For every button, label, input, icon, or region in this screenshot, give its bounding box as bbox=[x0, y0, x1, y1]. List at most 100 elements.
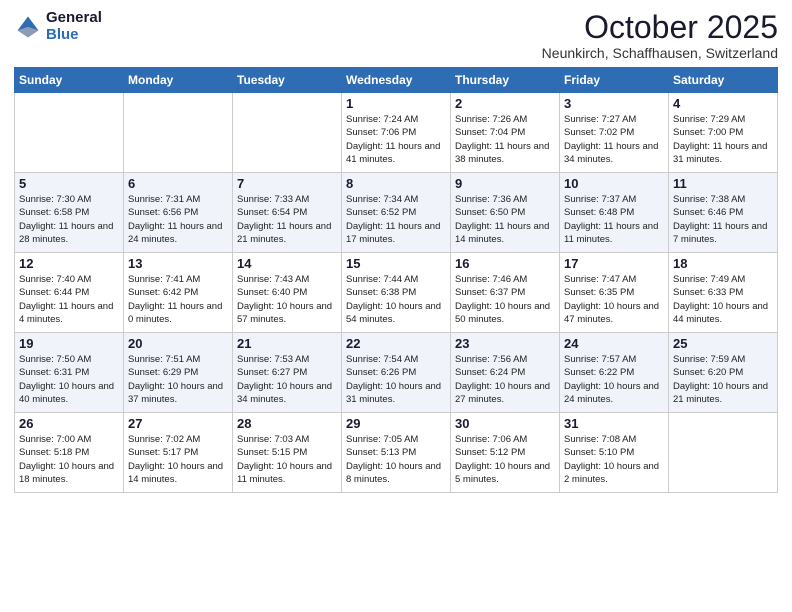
day-number: 8 bbox=[346, 176, 446, 191]
logo-icon bbox=[14, 13, 42, 41]
table-row bbox=[15, 93, 124, 173]
header-tuesday: Tuesday bbox=[233, 68, 342, 93]
header-friday: Friday bbox=[560, 68, 669, 93]
header-sunday: Sunday bbox=[15, 68, 124, 93]
day-info: Sunrise: 7:47 AM Sunset: 6:35 PM Dayligh… bbox=[564, 273, 664, 326]
table-row: 18 Sunrise: 7:49 AM Sunset: 6:33 PM Dayli… bbox=[669, 253, 778, 333]
day-info: Sunrise: 7:50 AM Sunset: 6:31 PM Dayligh… bbox=[19, 353, 119, 406]
day-info: Sunrise: 7:02 AM Sunset: 5:17 PM Dayligh… bbox=[128, 433, 228, 486]
day-number: 7 bbox=[237, 176, 337, 191]
day-number: 30 bbox=[455, 416, 555, 431]
header-thursday: Thursday bbox=[451, 68, 560, 93]
table-row: 7 Sunrise: 7:33 AM Sunset: 6:54 PM Daylig… bbox=[233, 173, 342, 253]
day-info: Sunrise: 7:33 AM Sunset: 6:54 PM Dayligh… bbox=[237, 193, 337, 246]
day-number: 22 bbox=[346, 336, 446, 351]
table-row: 17 Sunrise: 7:47 AM Sunset: 6:35 PM Dayli… bbox=[560, 253, 669, 333]
day-number: 24 bbox=[564, 336, 664, 351]
day-number: 13 bbox=[128, 256, 228, 271]
day-info: Sunrise: 7:05 AM Sunset: 5:13 PM Dayligh… bbox=[346, 433, 446, 486]
table-row: 25Sunrise: 7:59 AM Sunset: 6:20 PM Dayli… bbox=[669, 333, 778, 413]
day-info: Sunrise: 7:53 AM Sunset: 6:27 PM Dayligh… bbox=[237, 353, 337, 406]
logo-general-text: General bbox=[46, 10, 102, 27]
day-info: Sunrise: 7:51 AM Sunset: 6:29 PM Dayligh… bbox=[128, 353, 228, 406]
table-row: 26 Sunrise: 7:00 AM Sunset: 5:18 PM Dayli… bbox=[15, 413, 124, 493]
day-number: 18 bbox=[673, 256, 773, 271]
table-row: 11 Sunrise: 7:38 AM Sunset: 6:46 PM Dayli… bbox=[669, 173, 778, 253]
day-number: 23 bbox=[455, 336, 555, 351]
day-number: 21 bbox=[237, 336, 337, 351]
table-row: 1Sunrise: 7:24 AM Sunset: 7:06 PM Daylig… bbox=[342, 93, 451, 173]
day-number: 14 bbox=[237, 256, 337, 271]
table-row: 20Sunrise: 7:51 AM Sunset: 6:29 PM Dayli… bbox=[124, 333, 233, 413]
day-info: Sunrise: 7:43 AM Sunset: 6:40 PM Dayligh… bbox=[237, 273, 337, 326]
day-info: Sunrise: 7:56 AM Sunset: 6:24 PM Dayligh… bbox=[455, 353, 555, 406]
table-row: 16Sunrise: 7:46 AM Sunset: 6:37 PM Dayli… bbox=[451, 253, 560, 333]
day-number: 28 bbox=[237, 416, 337, 431]
day-number: 26 bbox=[19, 416, 119, 431]
day-number: 2 bbox=[455, 96, 555, 111]
table-row: 3 Sunrise: 7:27 AM Sunset: 7:02 PM Daylig… bbox=[560, 93, 669, 173]
day-info: Sunrise: 7:59 AM Sunset: 6:20 PM Dayligh… bbox=[673, 353, 773, 406]
day-info: Sunrise: 7:34 AM Sunset: 6:52 PM Dayligh… bbox=[346, 193, 446, 246]
day-info: Sunrise: 7:08 AM Sunset: 5:10 PM Dayligh… bbox=[564, 433, 664, 486]
month-title: October 2025 bbox=[542, 10, 778, 45]
day-number: 9 bbox=[455, 176, 555, 191]
table-row: 13 Sunrise: 7:41 AM Sunset: 6:42 PM Dayli… bbox=[124, 253, 233, 333]
day-number: 10 bbox=[564, 176, 664, 191]
table-row bbox=[669, 413, 778, 493]
day-number: 5 bbox=[19, 176, 119, 191]
table-row: 30Sunrise: 7:06 AM Sunset: 5:12 PM Dayli… bbox=[451, 413, 560, 493]
day-info: Sunrise: 7:41 AM Sunset: 6:42 PM Dayligh… bbox=[128, 273, 228, 326]
table-row: 6Sunrise: 7:31 AM Sunset: 6:56 PM Daylig… bbox=[124, 173, 233, 253]
table-row: 24 Sunrise: 7:57 AM Sunset: 6:22 PM Dayli… bbox=[560, 333, 669, 413]
day-info: Sunrise: 7:44 AM Sunset: 6:38 PM Dayligh… bbox=[346, 273, 446, 326]
logo-text: General Blue bbox=[46, 10, 102, 43]
table-row: 28 Sunrise: 7:03 AM Sunset: 5:15 PM Dayli… bbox=[233, 413, 342, 493]
logo: General Blue bbox=[14, 10, 102, 43]
day-info: Sunrise: 7:30 AM Sunset: 6:58 PM Dayligh… bbox=[19, 193, 119, 246]
table-row: 8 Sunrise: 7:34 AM Sunset: 6:52 PM Daylig… bbox=[342, 173, 451, 253]
day-info: Sunrise: 7:49 AM Sunset: 6:33 PM Dayligh… bbox=[673, 273, 773, 326]
header: General Blue October 2025 Neunkirch, Sch… bbox=[14, 10, 778, 61]
table-row: 12Sunrise: 7:40 AM Sunset: 6:44 PM Dayli… bbox=[15, 253, 124, 333]
day-number: 12 bbox=[19, 256, 119, 271]
header-saturday: Saturday bbox=[669, 68, 778, 93]
title-block: October 2025 Neunkirch, Schaffhausen, Sw… bbox=[542, 10, 778, 61]
day-number: 4 bbox=[673, 96, 773, 111]
day-info: Sunrise: 7:38 AM Sunset: 6:46 PM Dayligh… bbox=[673, 193, 773, 246]
day-info: Sunrise: 7:03 AM Sunset: 5:15 PM Dayligh… bbox=[237, 433, 337, 486]
day-info: Sunrise: 7:57 AM Sunset: 6:22 PM Dayligh… bbox=[564, 353, 664, 406]
header-wednesday: Wednesday bbox=[342, 68, 451, 93]
table-row: 14 Sunrise: 7:43 AM Sunset: 6:40 PM Dayli… bbox=[233, 253, 342, 333]
day-info: Sunrise: 7:26 AM Sunset: 7:04 PM Dayligh… bbox=[455, 113, 555, 166]
day-info: Sunrise: 7:00 AM Sunset: 5:18 PM Dayligh… bbox=[19, 433, 119, 486]
day-number: 11 bbox=[673, 176, 773, 191]
logo-blue-text: Blue bbox=[46, 27, 102, 44]
table-row: 5 Sunrise: 7:30 AM Sunset: 6:58 PM Daylig… bbox=[15, 173, 124, 253]
page: General Blue October 2025 Neunkirch, Sch… bbox=[0, 0, 792, 612]
day-info: Sunrise: 7:36 AM Sunset: 6:50 PM Dayligh… bbox=[455, 193, 555, 246]
table-row: 2 Sunrise: 7:26 AM Sunset: 7:04 PM Daylig… bbox=[451, 93, 560, 173]
day-number: 17 bbox=[564, 256, 664, 271]
day-info: Sunrise: 7:37 AM Sunset: 6:48 PM Dayligh… bbox=[564, 193, 664, 246]
day-info: Sunrise: 7:31 AM Sunset: 6:56 PM Dayligh… bbox=[128, 193, 228, 246]
location: Neunkirch, Schaffhausen, Switzerland bbox=[542, 45, 778, 61]
table-row: 31 Sunrise: 7:08 AM Sunset: 5:10 PM Dayli… bbox=[560, 413, 669, 493]
day-number: 15 bbox=[346, 256, 446, 271]
table-row bbox=[124, 93, 233, 173]
day-info: Sunrise: 7:46 AM Sunset: 6:37 PM Dayligh… bbox=[455, 273, 555, 326]
table-row: 4 Sunrise: 7:29 AM Sunset: 7:00 PM Daylig… bbox=[669, 93, 778, 173]
day-info: Sunrise: 7:29 AM Sunset: 7:00 PM Dayligh… bbox=[673, 113, 773, 166]
table-row: 22 Sunrise: 7:54 AM Sunset: 6:26 PM Dayli… bbox=[342, 333, 451, 413]
day-number: 19 bbox=[19, 336, 119, 351]
table-row: 10 Sunrise: 7:37 AM Sunset: 6:48 PM Dayli… bbox=[560, 173, 669, 253]
day-number: 27 bbox=[128, 416, 228, 431]
day-number: 31 bbox=[564, 416, 664, 431]
day-number: 1 bbox=[346, 96, 446, 111]
header-monday: Monday bbox=[124, 68, 233, 93]
table-row: 9 Sunrise: 7:36 AM Sunset: 6:50 PM Daylig… bbox=[451, 173, 560, 253]
day-info: Sunrise: 7:27 AM Sunset: 7:02 PM Dayligh… bbox=[564, 113, 664, 166]
day-number: 3 bbox=[564, 96, 664, 111]
weekday-header-row: Sunday Monday Tuesday Wednesday Thursday… bbox=[15, 68, 778, 93]
day-info: Sunrise: 7:54 AM Sunset: 6:26 PM Dayligh… bbox=[346, 353, 446, 406]
